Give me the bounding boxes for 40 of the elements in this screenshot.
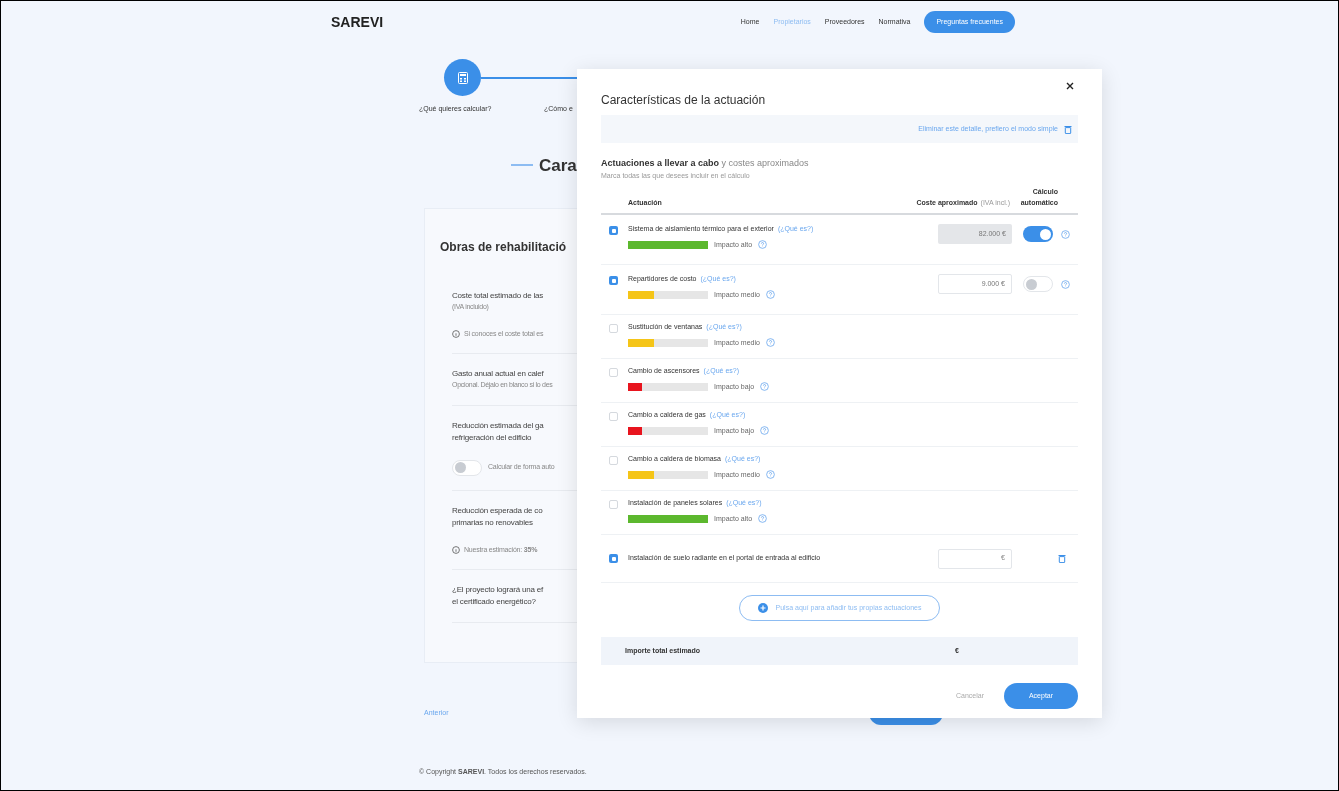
card-title: Obras de rehabilitació	[440, 240, 567, 254]
checkbox[interactable]	[609, 412, 618, 421]
field-label: primarias no renovables	[452, 516, 534, 529]
checkbox[interactable]	[609, 500, 618, 509]
trash-icon[interactable]	[1064, 124, 1072, 134]
field-label: Gasto anual actual en calef	[452, 368, 545, 380]
trash-icon[interactable]	[1058, 554, 1066, 563]
help-icon[interactable]	[1061, 229, 1070, 239]
checkbox[interactable]	[609, 554, 618, 563]
help-icon[interactable]	[758, 514, 768, 524]
help-icon[interactable]	[765, 470, 775, 480]
info-icon	[452, 329, 460, 338]
field-label: el certificado energético?	[452, 596, 537, 608]
help-icon[interactable]	[765, 338, 775, 348]
field-label: Reducción estimada del ga	[452, 419, 545, 432]
logo[interactable]: SAREVI	[331, 11, 384, 33]
calculator-icon	[457, 71, 468, 84]
toggle-switch[interactable]	[1023, 226, 1053, 242]
toggle-switch[interactable]	[452, 459, 482, 476]
field-label: ¿El proyecto logrará una ef	[452, 584, 545, 596]
checkbox[interactable]	[609, 226, 618, 235]
plus-circle-icon	[757, 603, 768, 613]
section-title: Actuaciones a llevar a cabo y costes aproximados	[601, 157, 810, 170]
checkbox[interactable]	[609, 276, 618, 285]
help-icon[interactable]	[758, 240, 768, 250]
checkbox[interactable]	[609, 324, 618, 333]
field-label: refrigeración del edificio	[452, 431, 533, 444]
close-icon[interactable]	[1066, 82, 1074, 90]
page-heading: Cara	[539, 154, 577, 177]
help-icon[interactable]	[760, 382, 770, 392]
field-label: Reducción esperada de co	[452, 504, 544, 517]
checkbox[interactable]	[609, 456, 618, 465]
help-icon[interactable]	[760, 426, 770, 436]
help-icon[interactable]	[1061, 279, 1070, 289]
help-icon[interactable]	[765, 290, 775, 300]
toggle-switch[interactable]	[1023, 276, 1053, 292]
field-label: Coste total estimado de las	[452, 290, 545, 302]
info-icon	[452, 545, 460, 554]
checkbox[interactable]	[609, 368, 618, 377]
modal-title: Características de la actuación	[601, 92, 767, 109]
